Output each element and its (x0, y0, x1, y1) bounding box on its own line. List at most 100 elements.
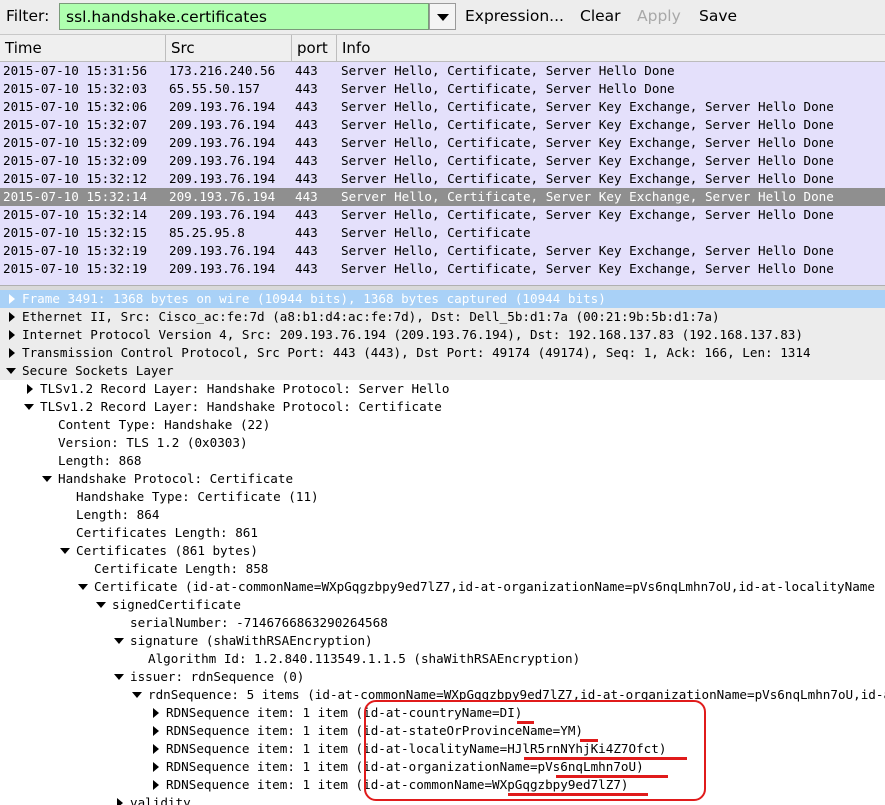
packet-row[interactable]: 2015-07-10 15:32:14 209.193.76.194 443 Serv… (0, 188, 885, 206)
packet-cell-info: Server Hello, Certificate, Server Key Ex… (341, 243, 834, 258)
packet-list[interactable]: 2015-07-10 15:31:56 173.216.240.56 443 Serv… (0, 62, 885, 285)
expand-arrow-icon[interactable] (147, 722, 163, 740)
packet-cell-time: 2015-07-10 15:32:09 (3, 135, 148, 150)
expand-arrow-icon[interactable] (3, 290, 19, 308)
packet-row-partial[interactable] (0, 278, 885, 285)
tree-node[interactable]: Certificate (id-at-commonName=WXpGqgzbpy… (0, 578, 885, 596)
expand-arrow-icon[interactable] (3, 308, 19, 326)
expand-arrow-icon[interactable] (111, 794, 127, 805)
tree-node-label: Transmission Control Protocol, Src Port:… (22, 345, 811, 360)
filter-input[interactable] (66, 4, 421, 29)
packet-row[interactable]: 2015-07-10 15:32:14 209.193.76.194 443 Serv… (0, 206, 885, 224)
packet-cell-time: 2015-07-10 15:32:03 (3, 81, 148, 96)
packet-row[interactable]: 2015-07-10 15:32:07 209.193.76.194 443 Serv… (0, 116, 885, 134)
collapse-arrow-icon[interactable] (111, 668, 127, 686)
tree-node[interactable]: TLSv1.2 Record Layer: Handshake Protocol… (0, 398, 885, 416)
packet-row[interactable]: 2015-07-10 15:32:15 85.25.95.8 443 Server H… (0, 224, 885, 242)
packet-cell-time: 2015-07-10 15:32:12 (3, 171, 148, 186)
packet-cell-time: 2015-07-10 15:32:14 (3, 189, 148, 204)
packet-cell-time: 2015-07-10 15:32:09 (3, 153, 148, 168)
tree-node[interactable]: issuer: rdnSequence (0) (0, 668, 885, 686)
collapse-arrow-icon[interactable] (39, 470, 55, 488)
column-header-time[interactable]: Time (0, 35, 166, 61)
packet-cell-info: Server Hello, Certificate, Server Key Ex… (341, 117, 834, 132)
column-header-info[interactable]: Info (337, 35, 885, 61)
expand-arrow-icon[interactable] (21, 380, 37, 398)
collapse-arrow-icon[interactable] (93, 596, 109, 614)
packet-cell-port: 443 (295, 225, 318, 240)
packet-cell-src: 65.55.50.157 (169, 81, 260, 96)
tree-node-label: Algorithm Id: 1.2.840.113549.1.1.5 (shaW… (148, 651, 581, 666)
collapse-arrow-icon[interactable] (129, 686, 145, 704)
column-header-src[interactable]: Src (166, 35, 292, 61)
tree-node[interactable]: Content Type: Handshake (22) (0, 416, 885, 434)
packet-cell-port: 443 (295, 189, 318, 204)
packet-cell-time: 2015-07-10 15:32:19 (3, 261, 148, 276)
tree-node[interactable]: Handshake Type: Certificate (11) (0, 488, 885, 506)
packet-cell-port: 443 (295, 261, 318, 276)
packet-row[interactable]: 2015-07-10 15:32:12 209.193.76.194 443 Serv… (0, 170, 885, 188)
collapse-arrow-icon[interactable] (75, 578, 91, 596)
expand-arrow-icon[interactable] (147, 758, 163, 776)
tree-node[interactable]: signature (shaWithRSAEncryption) (0, 632, 885, 650)
expand-arrow-icon[interactable] (3, 326, 19, 344)
expand-arrow-icon[interactable] (147, 776, 163, 794)
tree-node[interactable]: Handshake Protocol: Certificate (0, 470, 885, 488)
packet-cell-info: Server Hello, Certificate, Server Key Ex… (341, 99, 834, 114)
tree-node[interactable]: Certificates Length: 861 (0, 524, 885, 542)
tree-node-label: Secure Sockets Layer (22, 363, 174, 378)
packet-list-header: Time Src port Info (0, 35, 885, 62)
tree-node[interactable]: serialNumber: -7146766863290264568 (0, 614, 885, 632)
tree-node[interactable]: Length: 864 (0, 506, 885, 524)
tree-node[interactable]: Certificate Length: 858 (0, 560, 885, 578)
highlight-box (364, 700, 706, 801)
packet-row[interactable]: 2015-07-10 15:32:06 209.193.76.194 443 Serv… (0, 98, 885, 116)
filter-box[interactable] (59, 3, 429, 30)
packet-cell-port: 443 (295, 243, 318, 258)
packet-row[interactable]: 2015-07-10 15:32:19 209.193.76.194 443 Serv… (0, 242, 885, 260)
tree-node[interactable]: signedCertificate (0, 596, 885, 614)
collapse-arrow-icon[interactable] (57, 542, 73, 560)
apply-button[interactable]: Apply (637, 7, 681, 25)
tree-node[interactable]: TLSv1.2 Record Layer: Handshake Protocol… (0, 380, 885, 398)
tree-node[interactable]: Internet Protocol Version 4, Src: 209.19… (0, 326, 885, 344)
tree-node-label: Handshake Protocol: Certificate (58, 471, 294, 486)
expand-arrow-icon[interactable] (147, 704, 163, 722)
expression-button[interactable]: Expression... (465, 7, 564, 25)
packet-cell-port: 443 (295, 207, 318, 222)
clear-button[interactable]: Clear (580, 7, 621, 25)
tree-node-label: TLSv1.2 Record Layer: Handshake Protocol… (40, 399, 442, 414)
packet-cell-time: 2015-07-10 15:32:15 (3, 225, 148, 240)
chevron-down-icon (437, 14, 449, 21)
tree-node-label: TLSv1.2 Record Layer: Handshake Protocol… (40, 381, 450, 396)
tree-node[interactable]: Length: 868 (0, 452, 885, 470)
packet-cell-info: Server Hello, Certificate, Server Key Ex… (341, 189, 834, 204)
column-header-port[interactable]: port (292, 35, 337, 61)
tree-node[interactable]: Certificates (861 bytes) (0, 542, 885, 560)
tree-node-label: Frame 3491: 1368 bytes on wire (10944 bi… (22, 291, 606, 306)
collapse-arrow-icon[interactable] (111, 632, 127, 650)
tree-node-label: Ethernet II, Src: Cisco_ac:fe:7d (a8:b1:… (22, 309, 720, 324)
expand-arrow-icon[interactable] (3, 344, 19, 362)
tree-node[interactable]: Transmission Control Protocol, Src Port:… (0, 344, 885, 362)
packet-cell-info: Server Hello, Certificate, Server Key Ex… (341, 135, 834, 150)
tree-node[interactable]: Ethernet II, Src: Cisco_ac:fe:7d (a8:b1:… (0, 308, 885, 326)
tree-node[interactable]: Version: TLS 1.2 (0x0303) (0, 434, 885, 452)
tree-node[interactable]: Algorithm Id: 1.2.840.113549.1.1.5 (shaW… (0, 650, 885, 668)
packet-cell-info: Server Hello, Certificate, Server Hello … (341, 63, 675, 78)
packet-row[interactable]: 2015-07-10 15:32:09 209.193.76.194 443 Serv… (0, 152, 885, 170)
packet-cell-time: 2015-07-10 15:32:14 (3, 207, 148, 222)
packet-cell-src: 209.193.76.194 (169, 99, 276, 114)
packet-cell-src: 209.193.76.194 (169, 261, 276, 276)
packet-row[interactable]: 2015-07-10 15:32:09 209.193.76.194 443 Serv… (0, 134, 885, 152)
collapse-arrow-icon[interactable] (21, 398, 37, 416)
expand-arrow-icon[interactable] (147, 740, 163, 758)
save-button[interactable]: Save (699, 7, 737, 25)
filter-history-dropdown[interactable] (429, 3, 456, 30)
collapse-arrow-icon[interactable] (3, 362, 19, 380)
packet-row[interactable]: 2015-07-10 15:31:56 173.216.240.56 443 Serv… (0, 62, 885, 80)
packet-row[interactable]: 2015-07-10 15:32:03 65.55.50.157 443 Server… (0, 80, 885, 98)
tree-node[interactable]: Secure Sockets Layer (0, 362, 885, 380)
packet-row[interactable]: 2015-07-10 15:32:19 209.193.76.194 443 Serv… (0, 260, 885, 278)
tree-node[interactable]: Frame 3491: 1368 bytes on wire (10944 bi… (0, 290, 885, 308)
